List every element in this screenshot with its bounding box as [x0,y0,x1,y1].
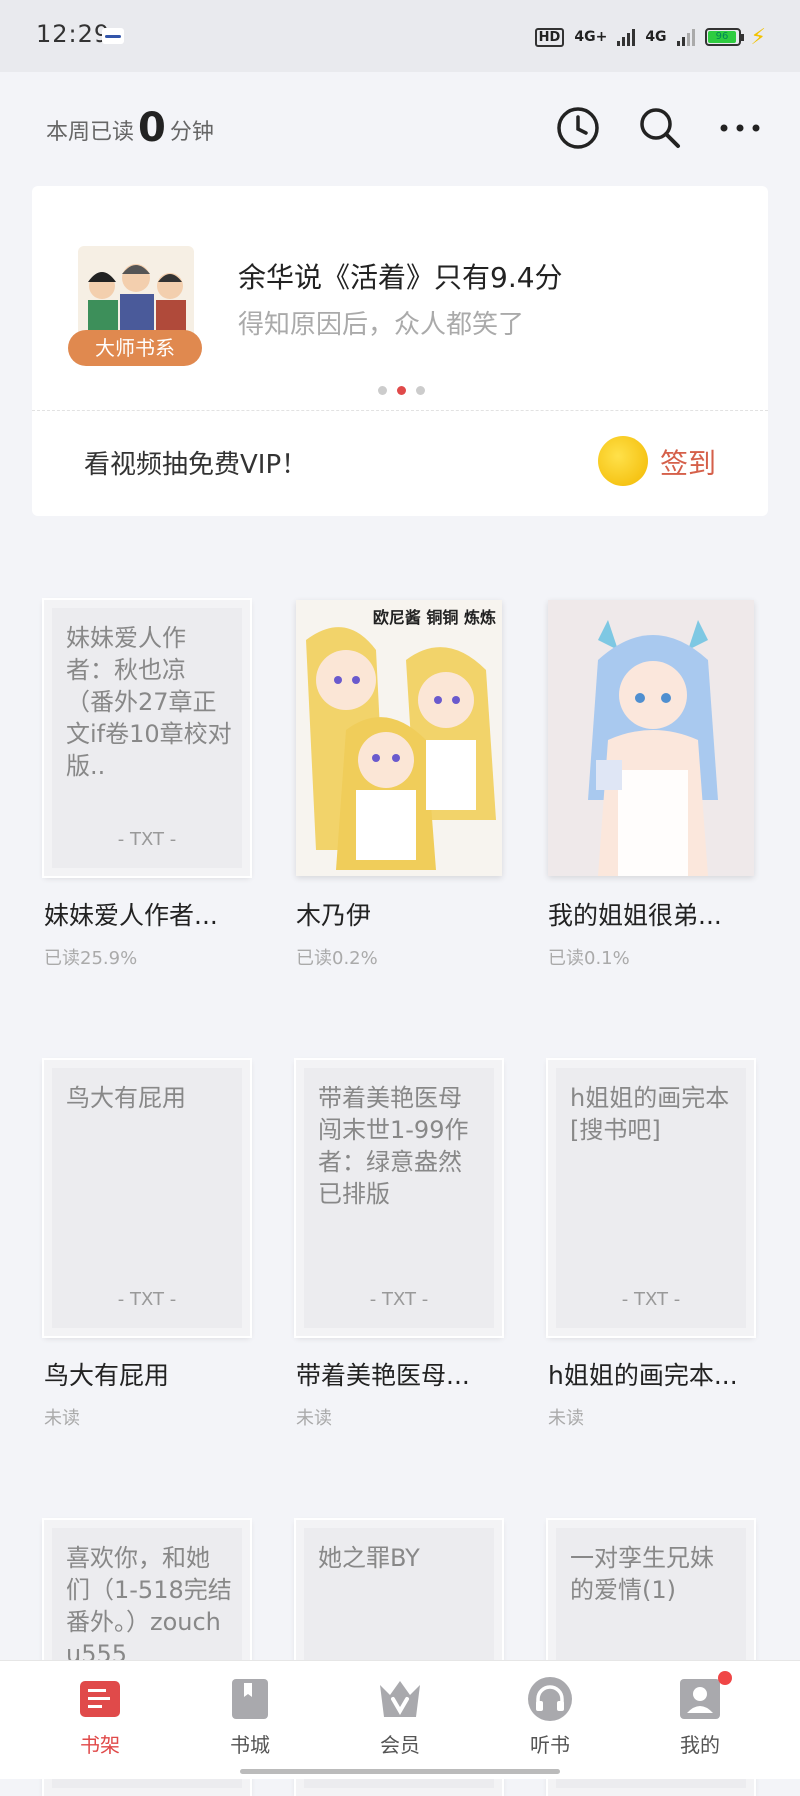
tab-label: 会员 [380,1733,420,1757]
book-cover[interactable]: 妹妹爱人作者：秋也凉（番外27章正文if卷10章校对版.. - TXT - [44,600,250,876]
carousel-dot-active[interactable] [397,386,406,395]
weekly-suffix: 分钟 [169,120,214,145]
cover-text: h姐姐的画完本[搜书吧] [570,1084,730,1144]
carousel-dots [378,386,425,395]
network-label-4g: 4G [645,29,667,45]
book-title[interactable]: 带着美艳医母... [296,1356,506,1392]
cover-text: 妹妹爱人作者：秋也凉（番外27章正文if卷10章校对版.. [66,624,232,780]
carousel-dot[interactable] [416,386,425,395]
book-title[interactable]: 木乃伊 [296,896,506,932]
tab-label: 书城 [230,1733,270,1757]
tab-profile[interactable]: 我的 [640,1671,760,1758]
history-clock-icon[interactable] [552,102,604,154]
vip-crown-icon [380,1681,420,1717]
carousel-dot[interactable] [378,386,387,395]
cover-text: 带着美艳医母闯末世1-99作者：绿意盎然已排版 [318,1084,469,1208]
book-title[interactable]: 鸟大有屁用 [44,1356,254,1392]
profile-icon [680,1679,720,1719]
battery-level: 96 [707,31,737,43]
book-cover[interactable]: 欧尼酱 铜铜 炼炼 [296,600,502,876]
charging-icon: ⚡ [750,24,766,50]
read-progress: 已读25.9% [44,948,138,969]
notification-dot [718,1671,732,1685]
status-bar: 12:29 HD 4G+ 4G 96 ⚡ [0,0,800,72]
read-progress: 未读 [548,1408,584,1429]
tab-label: 我的 [680,1733,720,1757]
divider [32,410,768,411]
vip-promo-text[interactable]: 看视频抽免费VIP！ [84,444,307,481]
book-cover[interactable]: 鸟大有屁用 - TXT - [44,1060,250,1336]
more-icon[interactable] [714,102,766,154]
banner-title[interactable]: 余华说《活着》只有9.4分 [238,256,563,296]
battery-icon: 96 [704,28,744,46]
cover-text: 她之罪BY [318,1544,420,1572]
anime-girl-illustration [548,600,754,876]
book-cover[interactable] [548,600,754,876]
signal-icon [617,28,636,46]
weekly-prefix: 本周已读 [46,120,135,145]
master-series-badge[interactable]: 大师书系 [68,330,202,366]
network-label-4g-plus: 4G+ [574,29,608,45]
cover-caption: 欧尼酱 铜铜 炼炼 [372,608,496,627]
search-icon[interactable] [634,102,686,154]
book-cover[interactable]: h姐姐的画完本[搜书吧] - TXT - [548,1060,754,1336]
book-title[interactable]: h姐姐的画完本... [548,1356,758,1392]
home-indicator[interactable] [240,1769,560,1774]
read-progress: 未读 [44,1408,80,1429]
tab-audiobooks[interactable]: 听书 [490,1675,610,1758]
read-progress: 已读0.2% [296,948,378,969]
cover-text: 喜欢你，和她们（1-518完结 番外。）zouchu555 [66,1544,232,1668]
book-title[interactable]: 妹妹爱人作者... [44,896,254,932]
weekly-reading-stat: 本周已读 0 分钟 [46,105,214,151]
bookstore-icon [232,1679,268,1719]
tab-bookshelf[interactable]: 书架 [40,1675,160,1758]
anime-girls-illustration [296,600,502,876]
bottom-tab-bar: 书架 书城 会员 听书 我的 [0,1660,800,1779]
banner-card: 大师书系 余华说《活着》只有9.4分 得知原因后，众人都笑了 看视频抽免费VIP… [32,186,768,516]
signal-icon-2 [676,28,695,46]
book-title[interactable]: 我的姐姐很弟... [548,896,758,932]
status-time: 12:29 [36,20,111,48]
status-indicators: HD 4G+ 4G 96 ⚡ [534,22,766,52]
hd-indicator: HD [534,27,565,47]
tab-vip[interactable]: 会员 [340,1675,460,1758]
format-label: - TXT - [117,829,177,850]
format-label: - TXT - [117,1289,177,1310]
read-progress: 已读0.1% [548,948,630,969]
cover-text: 一对孪生兄妹的爱情(1) [570,1544,714,1604]
tab-label: 书架 [80,1733,120,1757]
format-label: - TXT - [369,1289,429,1310]
weekly-minutes: 0 [138,105,166,151]
bookshelf-icon [80,1681,120,1717]
tab-label: 听书 [530,1733,570,1757]
headphones-icon [528,1677,572,1721]
app-notification-icon [102,28,124,44]
coin-icon[interactable] [598,436,648,486]
cover-text: 鸟大有屁用 [66,1084,186,1112]
book-cover[interactable]: 带着美艳医母闯末世1-99作者：绿意盎然已排版 - TXT - [296,1060,502,1336]
format-label: - TXT - [621,1289,681,1310]
top-bar: 本周已读 0 分钟 [0,72,800,190]
banner-subtitle[interactable]: 得知原因后，众人都笑了 [238,304,524,341]
sign-in-button[interactable]: 签到 [660,442,716,482]
read-progress: 未读 [296,1408,332,1429]
tab-bookstore[interactable]: 书城 [190,1675,310,1758]
